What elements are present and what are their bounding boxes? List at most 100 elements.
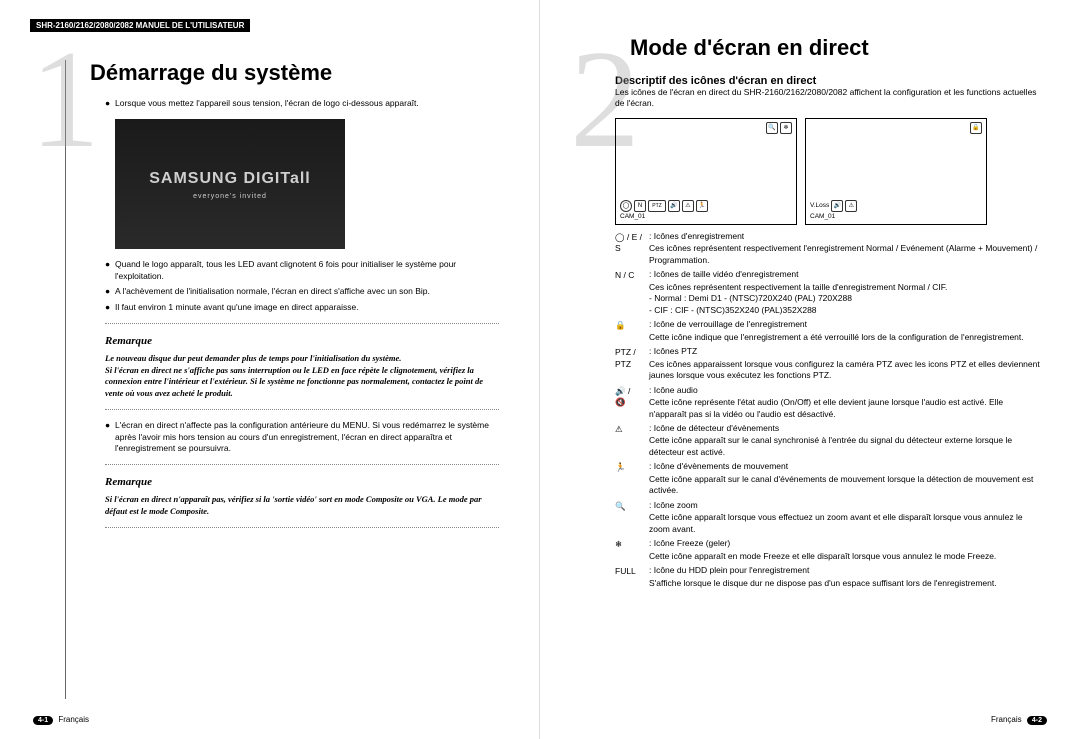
footer-left: 4-1 Français — [30, 715, 89, 725]
lock-icon: 🔒 — [970, 122, 982, 134]
screen1-top-icons: 🔍 ❄ — [766, 122, 792, 134]
bullet-item: ● Quand le logo apparaît, tous les LED a… — [105, 259, 499, 282]
legend-desc: : Icône zoom Cette icône apparaît lorsque… — [649, 500, 1040, 535]
legend-desc: : Icônes de taille vidéo d'enregistremen… — [649, 269, 1040, 316]
legend-title: : Icône zoom — [649, 500, 698, 510]
icon-legend-row: ⚠: Icône de détecteur d'évènementsCette … — [615, 423, 1040, 458]
remark-body: Le nouveau disque dur peut demander plus… — [105, 353, 499, 399]
legend-symbol: N / C — [615, 269, 643, 316]
section-title-right: Mode d'écran en direct — [630, 35, 1050, 61]
freeze-icon: ❄ — [780, 122, 792, 134]
dotted-separator — [105, 323, 499, 324]
screen-preview-2: 🔒 V.Loss 🔊 ⚠ CAM_01 — [805, 118, 987, 225]
legend-symbol: PTZ / PTZ — [615, 346, 643, 381]
logo-sub-text: everyone's invited — [193, 192, 267, 201]
icon-legend-row: FULL: Icône du HDD plein pour l'enregist… — [615, 565, 1040, 589]
legend-desc: : Icône Freeze (geler)Cette icône appara… — [649, 538, 1040, 562]
legend-desc: : Icône de verrouillage de l'enregistrem… — [649, 319, 1040, 343]
sub-heading: Descriptif des icônes d'écran en direct — [615, 75, 1050, 87]
screen-previews: 🔍 ❄ ◯ N PTZ 🔊 ⚠ 🏃 CAM_01 🔒 — [615, 118, 1040, 225]
legend-text: Cette icône apparaît sur le canal d'évén… — [649, 474, 1040, 497]
footer-lang: Français — [991, 715, 1022, 724]
page-badge: 4-1 — [33, 716, 53, 725]
legend-symbol: ◯ / E / S — [615, 231, 643, 266]
icon-legend-row: 🏃: Icône d'évènements de mouvementCette … — [615, 461, 1040, 496]
screen1-caption: CAM_01 — [620, 213, 645, 222]
right-page: 2 Mode d'écran en direct Descriptif des … — [540, 0, 1080, 739]
bullet-icon: ● — [105, 420, 115, 454]
dotted-separator — [105, 409, 499, 410]
legend-desc: : Icône du HDD plein pour l'enregistreme… — [649, 565, 1040, 589]
screen-preview-1: 🔍 ❄ ◯ N PTZ 🔊 ⚠ 🏃 CAM_01 — [615, 118, 797, 225]
alarm-icon: ⚠ — [682, 200, 694, 212]
audio-icon: 🔊 — [831, 200, 843, 212]
rec-icon: ◯ — [620, 200, 632, 212]
legend-text: Cette icône apparaît lorsque vous effect… — [649, 512, 1040, 535]
legend-symbol: ⚠ — [615, 423, 643, 458]
legend-title: : Icône audio — [649, 385, 698, 395]
remark-title: Remarque — [105, 334, 499, 349]
dotted-separator — [105, 527, 499, 528]
legend-desc: : Icône audio Cette icône représente l'ét… — [649, 385, 1040, 420]
legend-symbol: ❄ — [615, 538, 643, 562]
page-spread: SHR-2160/2162/2080/2082 MANUEL DE L'UTIL… — [0, 0, 1080, 739]
dotted-separator — [105, 464, 499, 465]
bullet-text: A l'achèvement de l'initialisation norma… — [115, 286, 430, 297]
remark-body: Si l'écran en direct n'apparaît pas, vér… — [105, 494, 499, 517]
legend-text: Ces icônes représentent respectivement l… — [649, 282, 1040, 316]
screen2-caption: CAM_01 — [810, 213, 835, 222]
bullet-text: Il faut environ 1 minute avant qu'une im… — [115, 302, 359, 313]
screen2-bottom-icons: V.Loss 🔊 ⚠ — [810, 200, 857, 212]
section-title-left: Démarrage du système — [90, 60, 509, 86]
legend-symbol: 🔒 — [615, 319, 643, 343]
icon-legend-row: PTZ / PTZ: Icônes PTZCes icônes apparais… — [615, 346, 1040, 381]
bullet-icon: ● — [105, 302, 115, 313]
alarm-icon: ⚠ — [845, 200, 857, 212]
size-icon: N — [634, 200, 646, 212]
bullet-text: L'écran en direct n'affecte pas la confi… — [115, 420, 499, 454]
legend-text: Cette icône apparaît sur le canal synchr… — [649, 435, 1040, 458]
bullet-item: ● Il faut environ 1 minute avant qu'une … — [105, 302, 499, 313]
icon-legend-row: 🔒 : Icône de verrouillage de l'enregistre… — [615, 319, 1040, 343]
bullet-item: ● Lorsque vous mettez l'appareil sous te… — [105, 98, 499, 109]
legend-title: : Icône de verrouillage de l'enregistrem… — [649, 319, 807, 329]
bullet-item: ● A l'achèvement de l'initialisation nor… — [105, 286, 499, 297]
bullet-text: Quand le logo apparaît, tous les LED ava… — [115, 259, 499, 282]
legend-title: : Icônes de taille vidéo d'enregistremen… — [649, 269, 799, 279]
motion-icon: 🏃 — [696, 200, 708, 212]
page-badge: 4-2 — [1027, 716, 1047, 725]
icon-legend-row: N / C : Icônes de taille vidéo d'enregist… — [615, 269, 1040, 316]
screen1-bottom-icons: ◯ N PTZ 🔊 ⚠ 🏃 — [620, 200, 708, 212]
bullet-icon: ● — [105, 98, 115, 109]
bullet-icon: ● — [105, 259, 115, 282]
left-content: ● Lorsque vous mettez l'appareil sous te… — [105, 98, 499, 528]
legend-text: S'affiche lorsque le disque dur ne dispo… — [649, 578, 1040, 589]
bullet-icon: ● — [105, 286, 115, 297]
legend-desc: : Icônes d'enregistrement Ces icônes repr… — [649, 231, 1040, 266]
bullet-text: Lorsque vous mettez l'appareil sous tens… — [115, 98, 419, 109]
legend-text: Cette icône représente l'état audio (On/… — [649, 397, 1040, 420]
icon-legend-row: ❄: Icône Freeze (geler)Cette icône appar… — [615, 538, 1040, 562]
section-number-1: 1 — [30, 30, 100, 170]
vloss-text: V.Loss — [810, 202, 829, 211]
icon-legend-row: ◯ / E / S : Icônes d'enregistrement Ces ic… — [615, 231, 1040, 266]
legend-text: Ces icônes représentent respectivement l… — [649, 243, 1040, 266]
logo-main-text: SAMSUNG DIGITall — [149, 168, 311, 190]
startup-logo-screenshot: SAMSUNG DIGITall everyone's invited — [115, 119, 345, 249]
legend-title: : Icônes PTZ — [649, 346, 697, 356]
right-content: Les icônes de l'écran en direct du SHR-2… — [615, 87, 1040, 589]
legend-text: Cette icône indique que l'enregistrement… — [649, 332, 1040, 343]
legend-title: : Icône du HDD plein pour l'enregistreme… — [649, 565, 809, 575]
screen2-top-icons: 🔒 — [970, 122, 982, 134]
icon-legend-row: 🔊 / 🔇: Icône audioCette icône représente… — [615, 385, 1040, 420]
intro-text: Les icônes de l'écran en direct du SHR-2… — [615, 87, 1040, 110]
icon-legend: ◯ / E / S : Icônes d'enregistrement Ces ic… — [615, 231, 1040, 589]
ptz-icon: PTZ — [648, 200, 666, 212]
legend-title: : Icônes d'enregistrement — [649, 231, 744, 241]
audio-icon: 🔊 — [668, 200, 680, 212]
legend-title: : Icône d'évènements de mouvement — [649, 461, 788, 471]
zoom-icon: 🔍 — [766, 122, 778, 134]
legend-symbol: 🔍 — [615, 500, 643, 535]
footer-right: Français 4-2 — [991, 715, 1050, 725]
remark-title: Remarque — [105, 475, 499, 490]
